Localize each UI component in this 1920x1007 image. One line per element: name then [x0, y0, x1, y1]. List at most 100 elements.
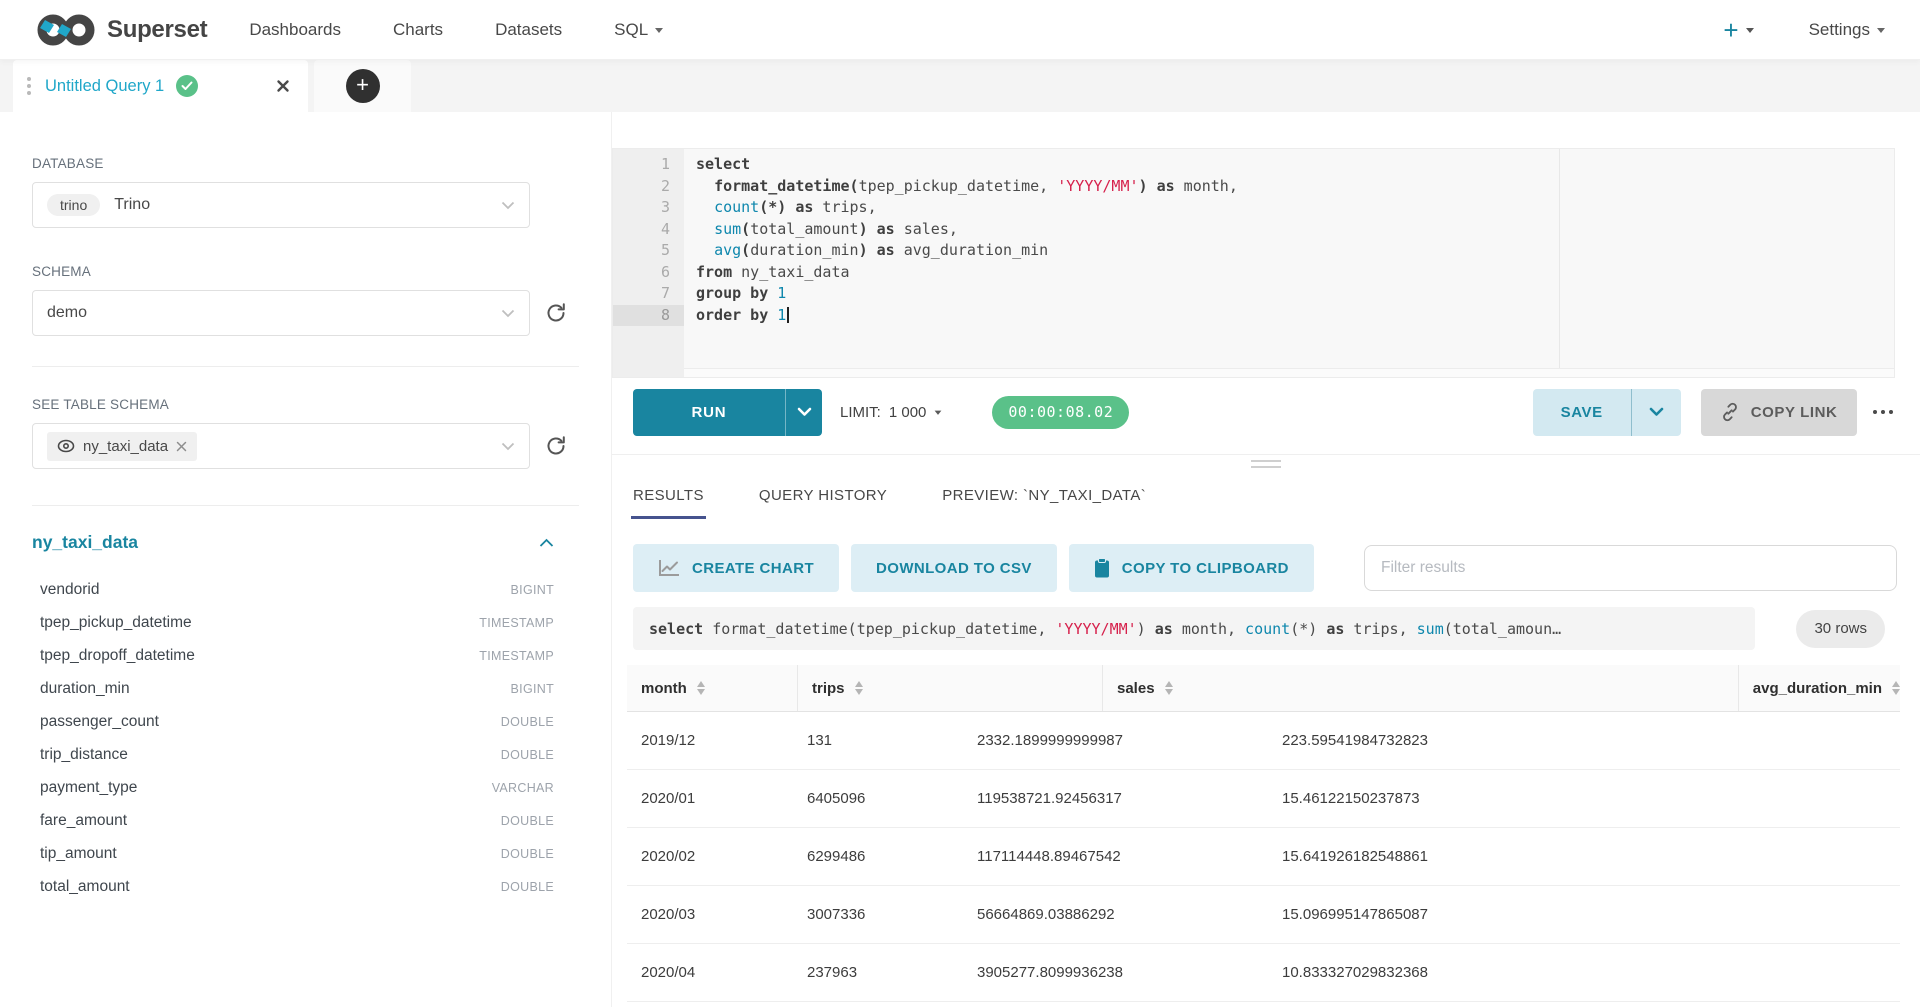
sort-icon[interactable] [1892, 681, 1900, 695]
collapse-chevron-up-icon[interactable] [539, 538, 554, 548]
column-name: total_amount [40, 878, 130, 896]
nav-datasets[interactable]: Datasets [495, 20, 562, 40]
table-schema-select[interactable]: ny_taxi_data [32, 423, 530, 469]
nav-sql-menu[interactable]: SQL [614, 20, 663, 40]
table-column-row[interactable]: passenger_count DOUBLE [32, 705, 554, 738]
code-line: select [696, 154, 1894, 176]
cell-sales: 2332.1899999999987 [963, 732, 1268, 749]
link-icon [1720, 402, 1740, 422]
tab-query-history[interactable]: QUERY HISTORY [759, 487, 887, 519]
save-button[interactable]: SAVE [1533, 389, 1631, 436]
copy-clipboard-button[interactable]: COPY TO CLIPBOARD [1069, 544, 1314, 592]
limit-dropdown[interactable]: LIMIT: 1 000 [840, 404, 942, 421]
code-line: count(*) as trips, [696, 197, 1894, 219]
new-item-menu[interactable]: + [1723, 17, 1753, 43]
results-section: RESULTS QUERY HISTORY PREVIEW: `NY_TAXI_… [612, 454, 1920, 1007]
results-actions: CREATE CHART DOWNLOAD TO CSV COPY TO CLI… [633, 544, 1897, 592]
new-query-tab[interactable]: + [314, 60, 411, 112]
tab-results[interactable]: RESULTS [633, 487, 704, 519]
download-csv-button[interactable]: DOWNLOAD TO CSV [851, 544, 1057, 592]
table-column-row[interactable]: trip_distance DOUBLE [32, 738, 554, 771]
cell-trips: 6405096 [793, 790, 963, 807]
chevron-down-icon [501, 309, 515, 318]
column-type: BIGINT [511, 682, 554, 696]
editor-code-area[interactable]: select format_datetime(tpep_pickup_datet… [684, 149, 1894, 377]
pane-drag-handle[interactable] [1251, 460, 1281, 468]
limit-value: 1 000 [889, 404, 927, 421]
column-type: BIGINT [511, 583, 554, 597]
cell-month: 2020/02 [627, 848, 793, 865]
column-type: DOUBLE [501, 715, 554, 729]
sort-icon[interactable] [697, 681, 705, 695]
filter-results-input[interactable] [1364, 545, 1897, 591]
table-column-row[interactable]: payment_type VARCHAR [32, 771, 554, 804]
cell-avg-duration: 223.59541984732823 [1268, 732, 1900, 749]
table-row[interactable]: 2020/04 237963 3905277.8099936238 10.833… [627, 944, 1900, 1002]
database-select[interactable]: trino Trino [32, 182, 530, 228]
table-name-heading[interactable]: ny_taxi_data [32, 532, 138, 553]
column-name: fare_amount [40, 812, 127, 830]
column-name: trip_distance [40, 746, 128, 764]
column-name: tpep_pickup_datetime [40, 614, 192, 632]
column-type: TIMESTAMP [479, 649, 554, 663]
run-button[interactable]: RUN [633, 389, 785, 436]
tab-preview[interactable]: PREVIEW: `NY_TAXI_DATA` [942, 487, 1146, 519]
column-header[interactable]: trips [797, 665, 1102, 711]
chevron-down-icon [1877, 28, 1885, 37]
save-options-button[interactable] [1631, 389, 1681, 436]
editor-horizontal-scrollbar[interactable] [684, 368, 1894, 377]
sql-editor[interactable]: 12345678 select format_datetime(tpep_pic… [612, 148, 1895, 378]
table-row[interactable]: 2020/01 6405096 119538721.92456317 15.46… [627, 770, 1900, 828]
query-timer-badge: 00:00:08.02 [992, 396, 1129, 429]
table-column-row[interactable]: tpep_dropoff_datetime TIMESTAMP [32, 639, 554, 672]
sql-lab-pane: 12345678 select format_datetime(tpep_pic… [612, 112, 1920, 1007]
copy-link-button[interactable]: COPY LINK [1701, 389, 1857, 436]
remove-tag-icon[interactable] [176, 441, 187, 452]
sort-icon[interactable] [855, 681, 863, 695]
executed-query-preview[interactable]: select format_datetime(tpep_pickup_datet… [633, 607, 1755, 650]
schema-sidebar: DATABASE trino Trino SCHEMA demo [0, 112, 612, 1007]
code-line: avg(duration_min) as avg_duration_min [696, 240, 1894, 262]
settings-menu[interactable]: Settings [1809, 20, 1885, 40]
table-column-row[interactable]: fare_amount DOUBLE [32, 804, 554, 837]
table-column-row[interactable]: vendorid BIGINT [32, 573, 554, 606]
text-cursor [787, 307, 789, 323]
refresh-table-icon[interactable] [544, 434, 568, 458]
table-row[interactable]: 2019/12 131 2332.1899999999987 223.59541… [627, 712, 1900, 770]
column-type: DOUBLE [501, 880, 554, 894]
cell-avg-duration: 15.641926182548861 [1268, 848, 1900, 865]
table-column-row[interactable]: duration_min BIGINT [32, 672, 554, 705]
results-tabs: RESULTS QUERY HISTORY PREVIEW: `NY_TAXI_… [612, 487, 1920, 519]
line-number: 1 [613, 154, 684, 176]
table-column-row[interactable]: tip_amount DOUBLE [32, 837, 554, 870]
table-column-row[interactable]: tpep_pickup_datetime TIMESTAMP [32, 606, 554, 639]
cell-trips: 237963 [793, 964, 963, 981]
close-tab-icon[interactable] [276, 79, 290, 93]
column-header[interactable]: avg_duration_min [1738, 665, 1900, 711]
add-tab-icon[interactable]: + [346, 69, 380, 103]
query-tab-active[interactable]: Untitled Query 1 [13, 60, 308, 112]
ellipsis-menu-icon[interactable] [1871, 404, 1896, 421]
line-number: 3 [613, 197, 684, 219]
nav-charts[interactable]: Charts [393, 20, 443, 40]
table-column-row[interactable]: total_amount DOUBLE [32, 870, 554, 903]
schema-select[interactable]: demo [32, 290, 530, 336]
clipboard-icon [1094, 558, 1110, 578]
column-header[interactable]: sales [1102, 665, 1738, 711]
cell-month: 2019/12 [627, 732, 793, 749]
nav-dashboards[interactable]: Dashboards [249, 20, 341, 40]
refresh-schema-icon[interactable] [544, 301, 568, 325]
sort-icon[interactable] [1165, 681, 1173, 695]
table-row[interactable]: 2020/03 3007336 56664869.03886292 15.096… [627, 886, 1900, 944]
cell-avg-duration: 15.46122150237873 [1268, 790, 1900, 807]
cell-sales: 3905277.8099936238 [963, 964, 1268, 981]
create-chart-button[interactable]: CREATE CHART [633, 544, 839, 592]
code-line: format_datetime(tpep_pickup_datetime, 'Y… [696, 176, 1894, 198]
table-row[interactable]: 2020/02 6299486 117114448.89467542 15.64… [627, 828, 1900, 886]
line-chart-icon [658, 559, 680, 577]
line-number: 2 [613, 176, 684, 198]
superset-brand[interactable]: Superset [35, 11, 207, 49]
column-header[interactable]: month [627, 665, 797, 711]
drag-dots-icon[interactable] [27, 77, 31, 95]
run-options-button[interactable] [785, 389, 822, 436]
